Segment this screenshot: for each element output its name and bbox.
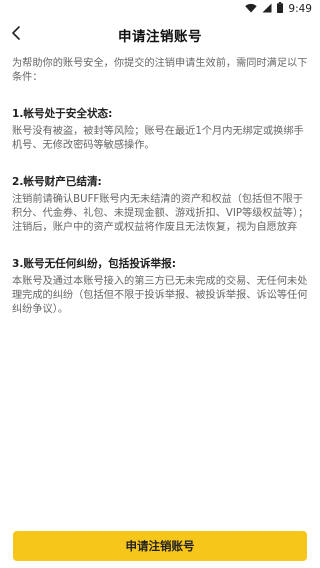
section-2: 2.帐号财产已结清: 注销前请确认BUFF账号内无未结清的资产和权益（包括但不限… (12, 175, 310, 235)
section-body: 本账号及通过本账号接入的第三方已无未完成的交易、无任何未处理完成的纠纷（包括但不… (12, 276, 308, 315)
section-body: 注销前请确认BUFF账号内无未结清的资产和权益（包括但不限于积分、代金券、礼包、… (12, 194, 309, 233)
cellular-icon (262, 3, 272, 16)
wifi-icon (245, 3, 258, 16)
section-body: 账号没有被盗，被封等风险；账号在最近1个月内无绑定或换绑手机号、无修改密码等敏感… (12, 126, 304, 151)
header: 申请注销账号 (0, 18, 320, 51)
battery-icon (277, 2, 284, 16)
chevron-left-icon (11, 25, 21, 44)
back-button[interactable] (2, 18, 30, 51)
intro-text: 为帮助你的账号安全，你提交的注销申请生效前，需同时满足以下条件： (12, 58, 308, 83)
status-time: 9:49 (288, 3, 312, 15)
apply-cancel-account-button[interactable]: 申请注销账号 (13, 531, 307, 561)
section-title: 3.账号无任何纠纷，包括投诉举报: (12, 258, 176, 270)
section-title: 1.帐号处于安全状态: (12, 108, 113, 120)
status-bar: 9:49 (0, 0, 320, 18)
section-3: 3.账号无任何纠纷，包括投诉举报: 本账号及通过本账号接入的第三方已无未完成的交… (12, 257, 310, 317)
content: 为帮助你的账号安全，你提交的注销申请生效前，需同时满足以下条件： 1.帐号处于安… (0, 51, 320, 317)
page: 9:49 申请注销账号 为帮助你的账号安全，你提交的注销申请生效前，需同时满足以… (0, 0, 320, 568)
section-1: 1.帐号处于安全状态: 账号没有被盗，被封等风险；账号在最近1个月内无绑定或换绑… (12, 107, 310, 153)
section-title: 2.帐号财产已结清: (12, 176, 102, 188)
page-title: 申请注销账号 (118, 28, 202, 45)
